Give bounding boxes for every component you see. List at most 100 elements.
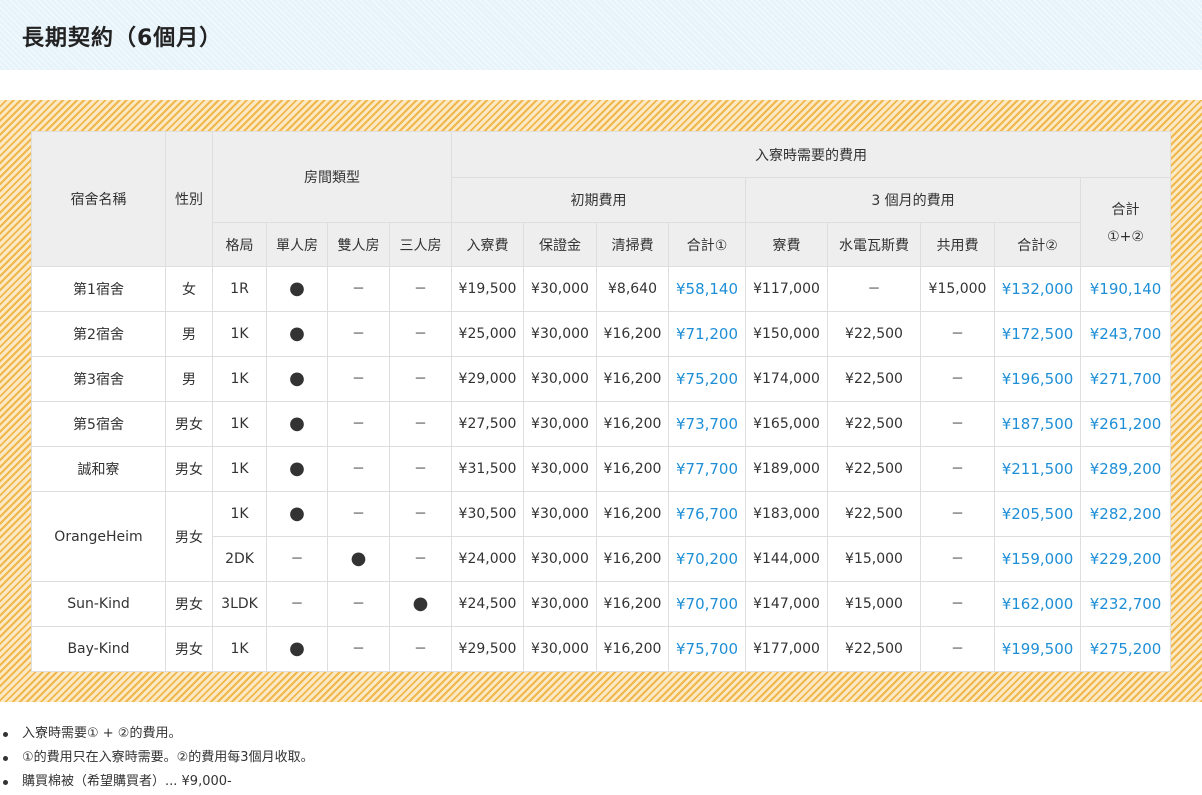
cell-triple: － <box>389 446 452 492</box>
cell-grand-total: ¥282,200 <box>1079 491 1172 537</box>
cell-deposit: ¥30,000 <box>523 581 597 627</box>
cell-triple: － <box>389 491 452 537</box>
cell-triple: － <box>389 356 452 402</box>
cell-entry-fee: ¥31,500 <box>451 446 524 492</box>
cell-subtotal2: ¥159,000 <box>994 536 1081 582</box>
header-gender: 性別 <box>165 131 213 267</box>
cell-double: － <box>327 401 390 447</box>
cell-entry-fee: ¥24,500 <box>451 581 524 627</box>
header-grand-total-formula: ①+② <box>1107 229 1144 245</box>
note-item: ①的費用只在入寮時需要。②的費用每3個月收取。 <box>0 746 314 770</box>
cell-single: ● <box>266 626 328 672</box>
cell-double: － <box>327 626 390 672</box>
cell-deposit: ¥30,000 <box>523 536 597 582</box>
cell-rent: ¥174,000 <box>745 356 828 402</box>
cell-subtotal1: ¥76,700 <box>668 491 746 537</box>
cell-grand-total: ¥261,200 <box>1079 401 1172 447</box>
cell-layout: 1R <box>212 266 267 312</box>
cell-common: － <box>920 446 995 492</box>
header-rent: 寮費 <box>745 222 828 267</box>
cell-single: － <box>266 536 328 582</box>
header-grand-total-label: 合計 <box>1111 202 1140 218</box>
cell-triple: － <box>389 626 452 672</box>
cell-common: － <box>920 581 995 627</box>
cell-cleaning: ¥16,200 <box>596 536 669 582</box>
cell-deposit: ¥30,000 <box>523 311 597 357</box>
cell-double: － <box>327 446 390 492</box>
cell-gender: 男女 <box>165 446 213 492</box>
cell-cleaning: ¥16,200 <box>596 401 669 447</box>
cell-entry-fee: ¥30,500 <box>451 491 524 537</box>
cell-single: － <box>266 581 328 627</box>
cell-cleaning: ¥8,640 <box>596 266 669 312</box>
cell-dorm-name: Sun-Kind <box>31 581 166 627</box>
note-item: 購買棉被（希望購買者）... ¥9,000- <box>0 770 314 794</box>
cell-dorm-name: OrangeHeim <box>31 491 166 582</box>
cell-dorm-name: 第5宿舍 <box>31 401 166 447</box>
cell-subtotal1: ¥71,200 <box>668 311 746 357</box>
cell-rent: ¥144,000 <box>745 536 828 582</box>
cell-single: ● <box>266 491 328 537</box>
cell-entry-fee: ¥27,500 <box>451 401 524 447</box>
cell-triple: ● <box>389 581 452 627</box>
cell-double: － <box>327 356 390 402</box>
cell-subtotal2: ¥196,500 <box>994 356 1081 402</box>
cell-deposit: ¥30,000 <box>523 266 597 312</box>
cell-grand-total: ¥190,140 <box>1079 266 1172 312</box>
cell-double: ● <box>327 536 390 582</box>
header-dorm-name: 宿舍名稱 <box>31 131 166 267</box>
cell-triple: － <box>389 266 452 312</box>
cell-double: － <box>327 266 390 312</box>
cell-subtotal1: ¥75,700 <box>668 626 746 672</box>
cell-rent: ¥189,000 <box>745 446 828 492</box>
cell-single: ● <box>266 356 328 402</box>
page-title: 長期契約（6個月） <box>22 26 223 51</box>
cell-grand-total: ¥232,700 <box>1079 581 1172 627</box>
cell-utilities: ¥15,000 <box>827 581 921 627</box>
header-initial-fees: 初期費用 <box>451 177 746 223</box>
cell-rent: ¥183,000 <box>745 491 828 537</box>
header-deposit: 保證金 <box>523 222 597 267</box>
cell-utilities: ¥22,500 <box>827 626 921 672</box>
fee-table: 宿舍名稱 性別 房間類型 入寮時需要的費用 初期費用 3 個月的費用 合計 ①+… <box>31 131 1172 672</box>
table-row: Bay-Kind 男女 1K ● － － ¥29,500 ¥30,000 ¥16… <box>31 626 1172 672</box>
cell-subtotal2: ¥172,500 <box>994 311 1081 357</box>
cell-single: ● <box>266 446 328 492</box>
cell-single: ● <box>266 401 328 447</box>
cell-subtotal1: ¥77,700 <box>668 446 746 492</box>
cell-subtotal1: ¥73,700 <box>668 401 746 447</box>
cell-common: － <box>920 356 995 402</box>
cell-dorm-name: 第1宿舍 <box>31 266 166 312</box>
table-row: 誠和寮 男女 1K ● － － ¥31,500 ¥30,000 ¥16,200 … <box>31 446 1172 492</box>
cell-layout: 1K <box>212 491 267 537</box>
cell-cleaning: ¥16,200 <box>596 581 669 627</box>
cell-grand-total: ¥243,700 <box>1079 311 1172 357</box>
cell-cleaning: ¥16,200 <box>596 311 669 357</box>
cell-subtotal1: ¥58,140 <box>668 266 746 312</box>
cell-cleaning: ¥16,200 <box>596 626 669 672</box>
cell-double: － <box>327 491 390 537</box>
cell-gender: 男女 <box>165 626 213 672</box>
cell-grand-total: ¥289,200 <box>1079 446 1172 492</box>
cell-common: － <box>920 491 995 537</box>
cell-subtotal1: ¥70,700 <box>668 581 746 627</box>
header-room-type: 房間類型 <box>212 131 452 223</box>
cell-subtotal2: ¥199,500 <box>994 626 1081 672</box>
header-cleaning: 清掃費 <box>596 222 669 267</box>
table-frame: 宿舍名稱 性別 房間類型 入寮時需要的費用 初期費用 3 個月的費用 合計 ①+… <box>0 100 1202 702</box>
cell-utilities: ¥22,500 <box>827 401 921 447</box>
cell-rent: ¥165,000 <box>745 401 828 447</box>
cell-gender: 男女 <box>165 401 213 447</box>
cell-triple: － <box>389 536 452 582</box>
cell-dorm-name: 第2宿舍 <box>31 311 166 357</box>
cell-utilities: ¥22,500 <box>827 356 921 402</box>
cell-utilities: ¥22,500 <box>827 446 921 492</box>
header-subtotal1: 合計① <box>668 222 746 267</box>
notes-list: 入寮時需要① + ②的費用。 ①的費用只在入寮時需要。②的費用每3個月收取。 購… <box>0 722 314 794</box>
cell-double: － <box>327 581 390 627</box>
table-row: 第2宿舍 男 1K ● － － ¥25,000 ¥30,000 ¥16,200 … <box>31 311 1172 357</box>
header-movein-fees: 入寮時需要的費用 <box>450 131 1172 178</box>
cell-utilities: ¥22,500 <box>827 491 921 537</box>
cell-entry-fee: ¥29,000 <box>451 356 524 402</box>
cell-cleaning: ¥16,200 <box>596 446 669 492</box>
